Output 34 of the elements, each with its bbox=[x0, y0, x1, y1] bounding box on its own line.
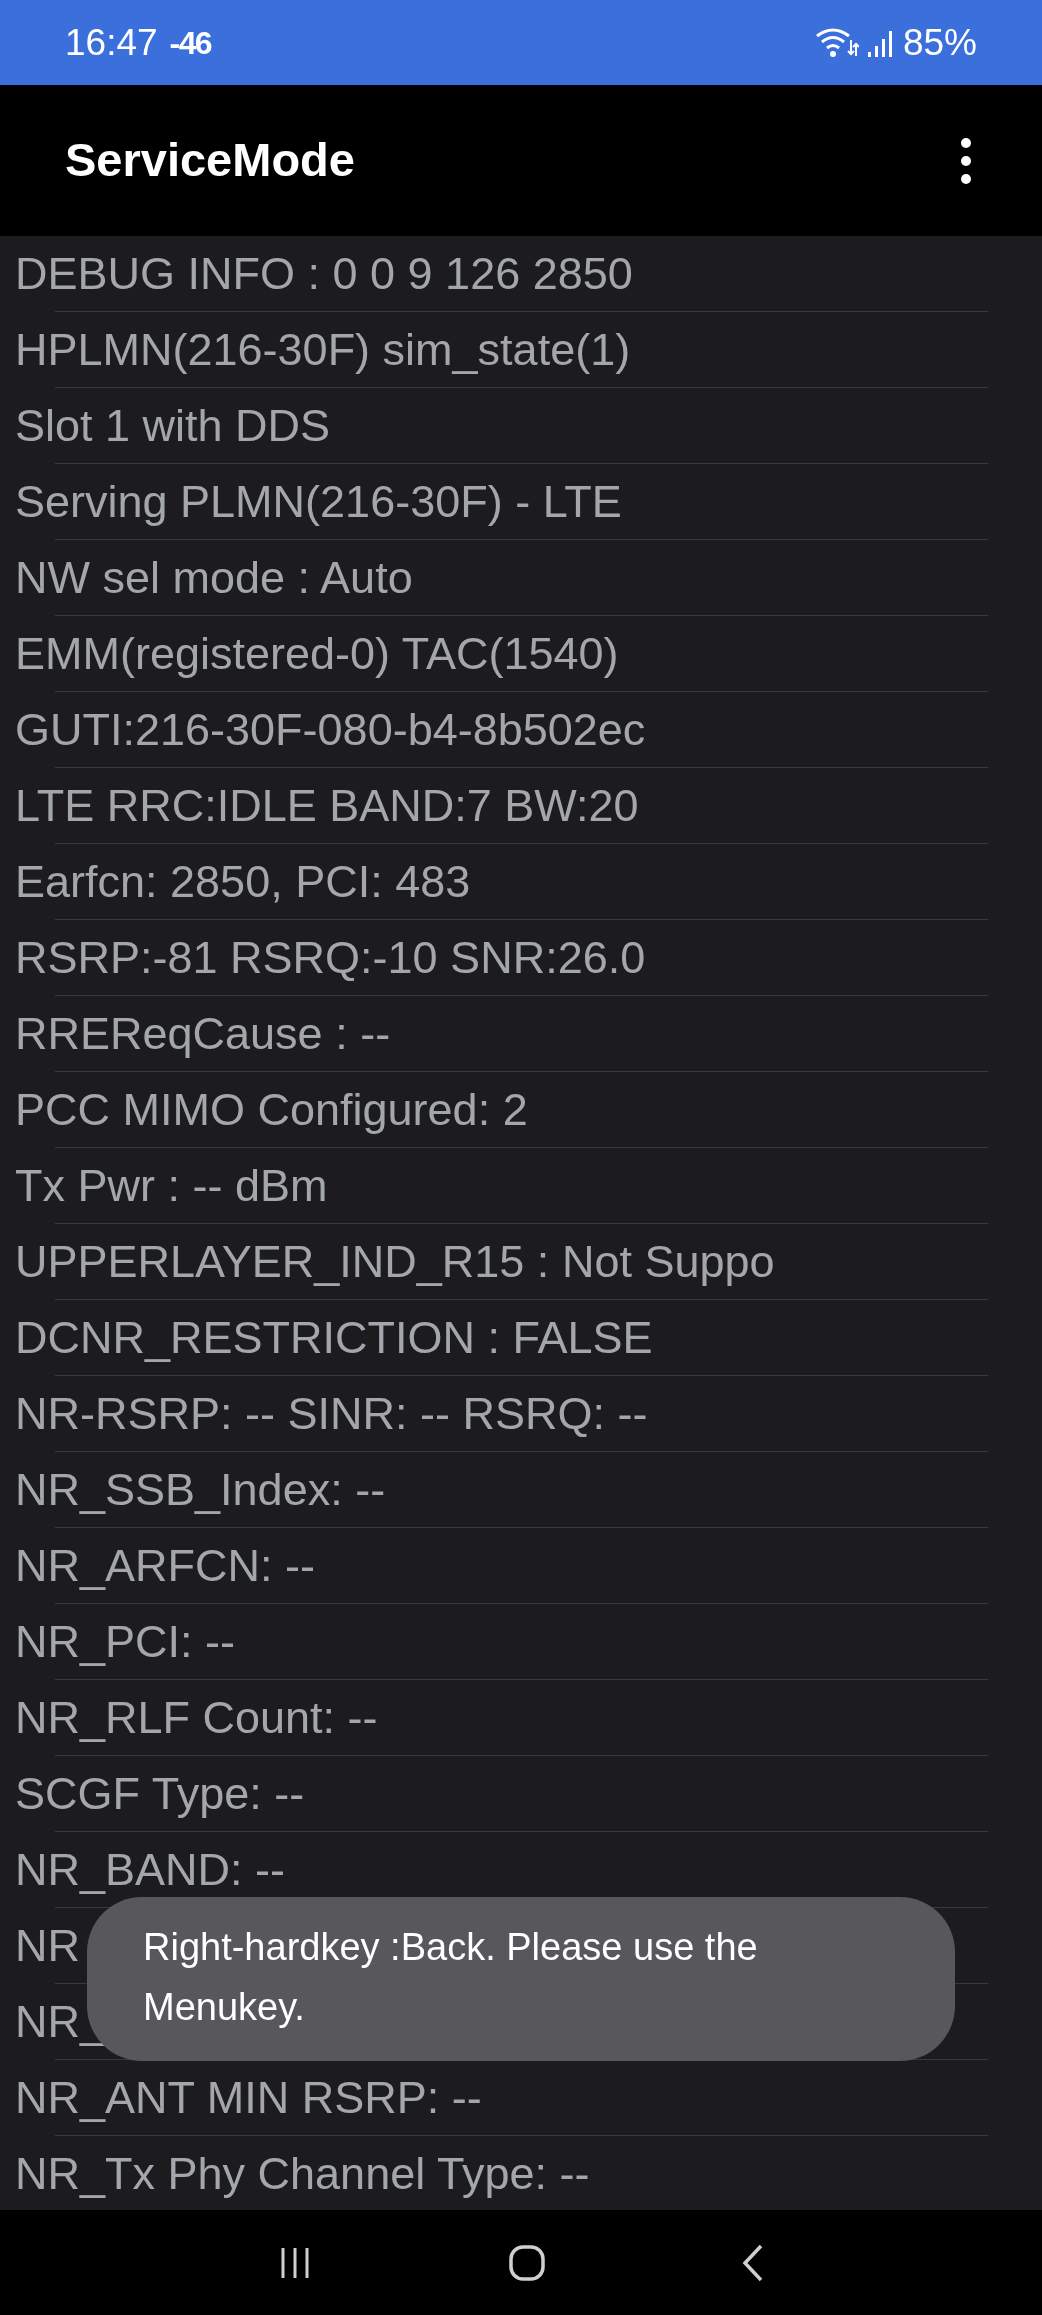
info-line: NR-RSRP: -- SINR: -- RSRQ: -- bbox=[14, 1387, 648, 1442]
info-line: Slot 1 with DDS bbox=[14, 399, 331, 454]
info-line: GUTI:216-30F-080-b4-8b502ec bbox=[14, 703, 646, 758]
info-line: NR_BAND: -- bbox=[14, 1843, 286, 1898]
info-line: DCNR_RESTRICTION : FALSE bbox=[14, 1311, 653, 1366]
status-time: 16:47 bbox=[65, 20, 158, 65]
back-icon[interactable] bbox=[740, 2242, 765, 2283]
wifi-icon bbox=[814, 25, 859, 60]
battery-percentage: 85% bbox=[902, 20, 977, 65]
info-line: Serving PLMN(216-30F) - LTE bbox=[14, 475, 622, 530]
info-line: NR_ARFCN: -- bbox=[14, 1539, 315, 1594]
info-line: SCGF Type: -- bbox=[14, 1767, 305, 1822]
info-line: NW sel mode : Auto bbox=[14, 551, 413, 606]
info-line: NR_SSB_Index: -- bbox=[14, 1463, 386, 1518]
info-line: NR_PCI: -- bbox=[14, 1615, 235, 1670]
info-line: DEBUG INFO : 0 0 9 126 2850 bbox=[14, 247, 633, 302]
info-line: NR bbox=[14, 1919, 80, 1974]
info-line: NR_RLF Count: -- bbox=[14, 1691, 378, 1746]
more-options-icon[interactable] bbox=[960, 136, 972, 185]
info-line: Tx Pwr : -- dBm bbox=[14, 1159, 328, 1214]
info-line: NR_Tx Phy Channel Type: -- bbox=[14, 2147, 590, 2202]
info-line: LTE RRC:IDLE BAND:7 BW:20 bbox=[14, 779, 639, 834]
info-line: UPPERLAYER_IND_R15 : Not Suppo bbox=[14, 1235, 775, 1290]
info-line: EMM(registered-0) TAC(1540) bbox=[14, 627, 619, 682]
info-line: RREReqCause : -- bbox=[14, 1007, 391, 1062]
home-icon[interactable] bbox=[508, 2243, 546, 2282]
app-title: ServiceMode bbox=[65, 132, 356, 189]
info-line: HPLMN(216-30F) sim_state(1) bbox=[14, 323, 631, 378]
signal-reading: -46 bbox=[169, 23, 212, 63]
info-line: NR_ bbox=[14, 1995, 106, 2050]
info-line: NR_ANT MIN RSRP: -- bbox=[14, 2071, 482, 2126]
info-line: Earfcn: 2850, PCI: 483 bbox=[14, 855, 471, 910]
info-line: RSRP:-81 RSRQ:-10 SNR:26.0 bbox=[14, 931, 646, 986]
info-line: PCC MIMO Configured: 2 bbox=[14, 1083, 528, 1138]
